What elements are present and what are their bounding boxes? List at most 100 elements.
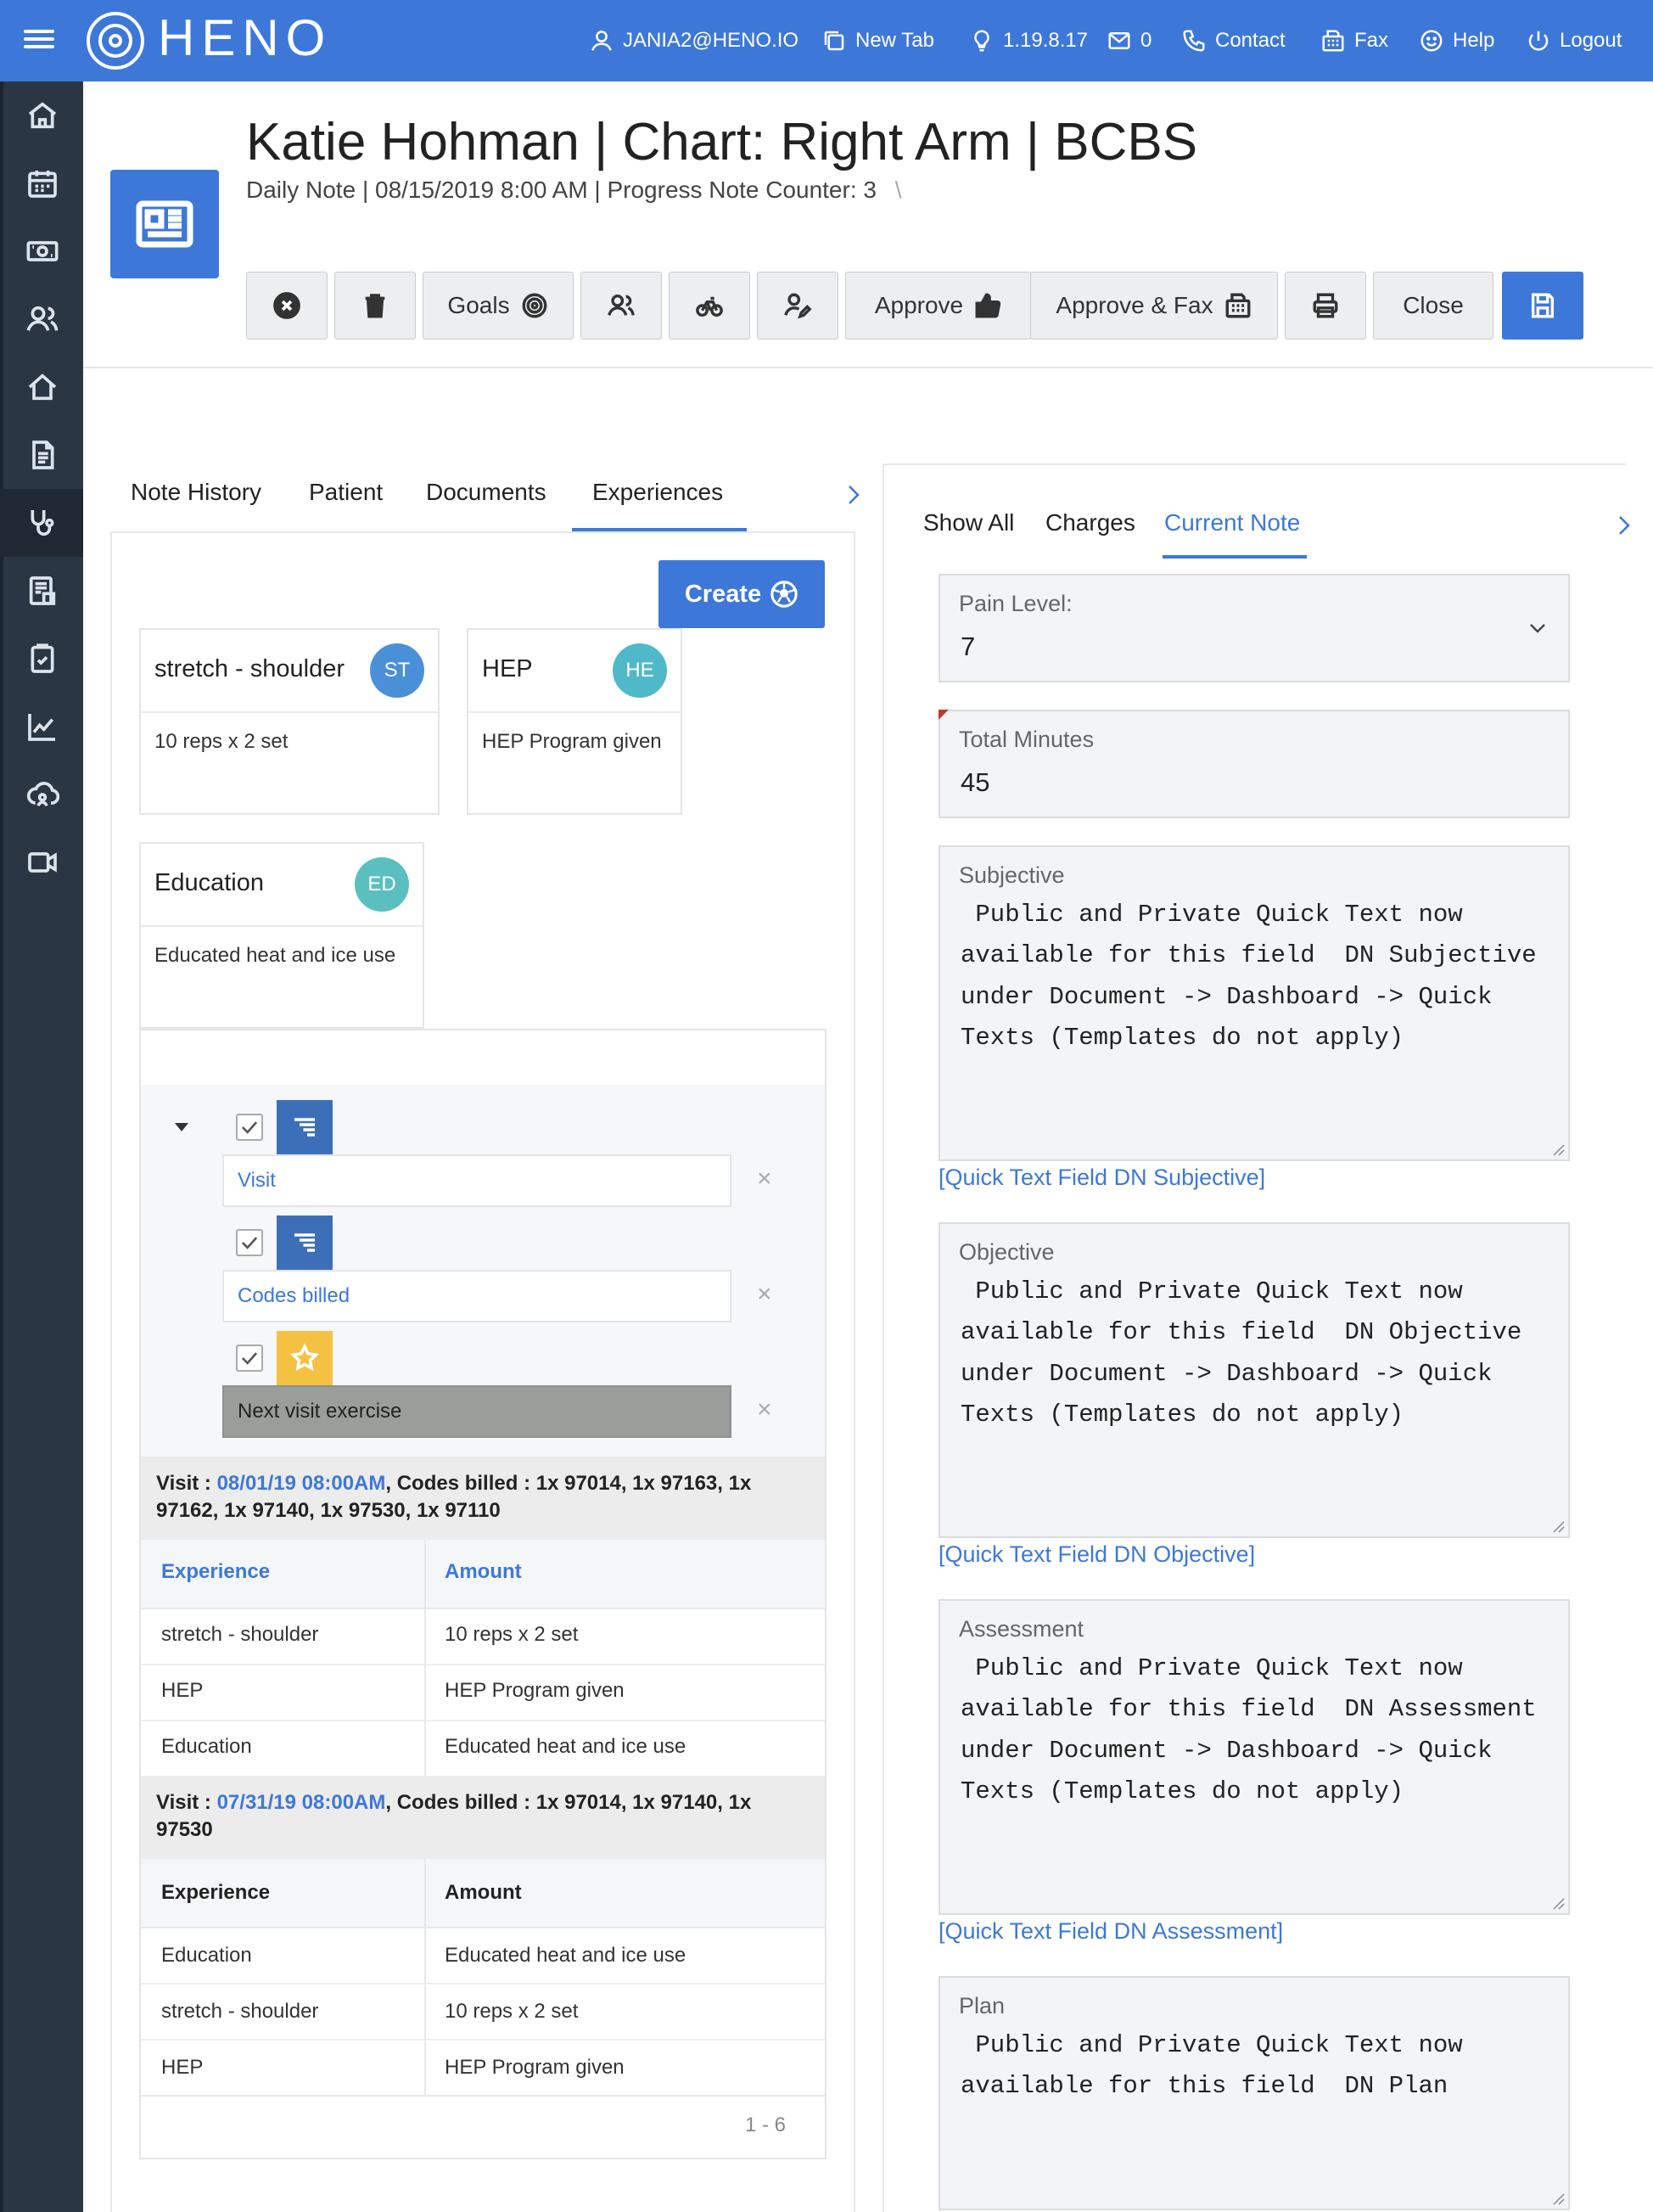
col-experience[interactable]: Experience (161, 1560, 270, 1584)
card-badge: ED (355, 857, 409, 912)
visit-sort-tile[interactable] (277, 1100, 333, 1154)
fax-label: Fax (1354, 29, 1389, 52)
visit-header: Visit : 07/31/19 08:00AM, Codes billed :… (141, 1776, 825, 1859)
card-body: HEP Program given (482, 730, 662, 753)
sidebar-stethoscope-icon[interactable] (25, 506, 59, 540)
logout-link[interactable]: Logout (1526, 24, 1622, 58)
sidebar-cloud-user-icon[interactable] (25, 778, 60, 811)
sidebar-users-icon[interactable] (25, 302, 59, 336)
tab-experiences[interactable]: Experiences (592, 479, 723, 506)
sidebar-video-icon[interactable] (25, 845, 59, 879)
logo-text[interactable]: HENO (158, 8, 332, 67)
col-amount[interactable]: Amount (445, 1560, 522, 1584)
visit-header: Visit : 08/01/19 08:00AM, Codes billed :… (141, 1457, 825, 1540)
tabs-next-chevron-icon[interactable] (843, 482, 864, 508)
card-title: stretch - shoulder (154, 655, 345, 682)
user-email: JANIA2@HENO.IO (623, 29, 799, 52)
power-icon (1528, 31, 1549, 51)
assessment-label: Assessment (959, 1616, 1084, 1642)
subjective-quick-text-link[interactable]: [Quick Text Field DN Subjective] (939, 1165, 1265, 1191)
resize-grip-icon[interactable] (1551, 1519, 1565, 1533)
visit-date-link[interactable]: 08/01/19 08:00AM (217, 1472, 386, 1495)
fax-link[interactable]: Fax (1320, 24, 1388, 58)
assessment-quick-text-link[interactable]: [Quick Text Field DN Assessment] (939, 1918, 1283, 1945)
objective-quick-text-link[interactable]: [Quick Text Field DN Objective] (939, 1541, 1255, 1568)
user-menu[interactable]: JANIA2@HENO.IO (589, 24, 798, 58)
visit-field[interactable]: Visit (222, 1154, 731, 1207)
exercise-button[interactable] (669, 272, 750, 340)
required-marker (939, 710, 949, 720)
tabs-next-chevron-icon[interactable] (1616, 513, 1633, 538)
sidebar-chart-icon[interactable] (25, 710, 59, 744)
codes-sort-tile[interactable] (277, 1215, 333, 1270)
col-experience[interactable]: Experience (161, 1881, 270, 1905)
tab-documents[interactable]: Documents (426, 479, 546, 506)
assessment-text: Public and Private Quick Text now availa… (961, 1654, 1537, 1806)
help-link[interactable]: Help (1419, 24, 1494, 58)
experience-card[interactable]: Education ED Educated heat and ice use (139, 842, 424, 1029)
new-tab-link[interactable]: New Tab (821, 24, 934, 58)
print-button[interactable] (1285, 272, 1366, 340)
resize-grip-icon[interactable] (1551, 2192, 1565, 2205)
tab-current-note[interactable]: Current Note (1164, 509, 1300, 536)
plan-textarea[interactable]: Plan Public and Private Quick Text now a… (939, 1976, 1570, 2210)
experience-card[interactable]: stretch - shoulder ST 10 reps x 2 set (139, 628, 440, 815)
cancel-button[interactable] (246, 272, 328, 340)
remove-codes-icon[interactable]: × (757, 1280, 772, 1309)
total-minutes-field[interactable]: Total Minutes 45 (939, 710, 1570, 818)
edit-user-button[interactable] (757, 272, 838, 340)
new-tab-label: New Tab (855, 29, 934, 52)
pain-level-select[interactable]: Pain Level: 7 (939, 574, 1570, 682)
sidebar-document-icon[interactable] (25, 438, 59, 472)
tab-charges[interactable]: Charges (1045, 509, 1135, 536)
mail-link[interactable]: 0 (1107, 24, 1151, 58)
objective-textarea[interactable]: Objective Public and Private Quick Text … (939, 1222, 1570, 1538)
close-circle-icon (273, 292, 300, 319)
codes-billed-field[interactable]: Codes billed (222, 1270, 731, 1322)
assessment-textarea[interactable]: Assessment Public and Private Quick Text… (939, 1599, 1570, 1915)
heno-logo-icon[interactable] (87, 12, 144, 70)
approve-button[interactable]: Approve (845, 272, 1032, 340)
create-button[interactable]: Create (658, 560, 825, 628)
sidebar-calendar-icon[interactable] (25, 166, 59, 200)
visit-date-link[interactable]: 07/31/19 08:00AM (217, 1791, 386, 1814)
remove-next-visit-icon[interactable]: × (757, 1395, 772, 1424)
table-cell: stretch - shoulder (161, 1623, 319, 1646)
subjective-text: Public and Private Quick Text now availa… (961, 901, 1537, 1053)
resize-grip-icon[interactable] (1551, 1142, 1565, 1156)
page-subtitle: Daily Note | 08/15/2019 8:00 AM | Progre… (246, 177, 902, 204)
sidebar-clipboard-icon[interactable] (25, 642, 59, 676)
table-cell: Education (161, 1735, 252, 1758)
favorite-tile[interactable] (277, 1331, 333, 1385)
next-visit-checkbox[interactable] (236, 1345, 263, 1372)
patients-button[interactable] (580, 272, 662, 340)
close-button[interactable]: Close (1373, 272, 1493, 340)
hamburger-menu-icon[interactable] (24, 25, 54, 56)
sidebar-report-icon[interactable] (25, 574, 59, 608)
daily-note-icon (110, 170, 219, 278)
goals-button[interactable]: Goals (423, 272, 574, 340)
resize-grip-icon[interactable] (1551, 1896, 1565, 1910)
col-amount[interactable]: Amount (445, 1881, 522, 1905)
collapse-triangle-icon[interactable] (173, 1119, 190, 1136)
delete-button[interactable] (334, 272, 416, 340)
contact-link[interactable]: Contact (1181, 24, 1286, 58)
tab-show-all[interactable]: Show All (923, 509, 1014, 536)
tab-patient[interactable]: Patient (309, 479, 383, 506)
save-button[interactable] (1502, 272, 1583, 340)
next-visit-field[interactable]: Next visit exercise (222, 1385, 731, 1438)
tab-note-history[interactable]: Note History (131, 479, 261, 506)
visit-checkbox[interactable] (236, 1114, 263, 1141)
version-link[interactable]: 1.19.8.17 (969, 24, 1088, 58)
remove-visit-icon[interactable]: × (757, 1165, 772, 1193)
experience-card[interactable]: HEP HE HEP Program given (467, 628, 682, 815)
sidebar-home-icon[interactable] (25, 98, 59, 132)
approve-fax-button[interactable]: Approve & Fax (1030, 272, 1278, 340)
save-icon (1531, 293, 1555, 318)
sidebar-house-icon[interactable] (25, 370, 59, 404)
sidebar-money-icon[interactable] (25, 234, 59, 268)
mail-icon (1108, 32, 1130, 49)
chevron-down-icon (1530, 624, 1545, 633)
subjective-textarea[interactable]: Subjective Public and Private Quick Text… (939, 845, 1570, 1161)
codes-billed-checkbox[interactable] (236, 1229, 263, 1256)
